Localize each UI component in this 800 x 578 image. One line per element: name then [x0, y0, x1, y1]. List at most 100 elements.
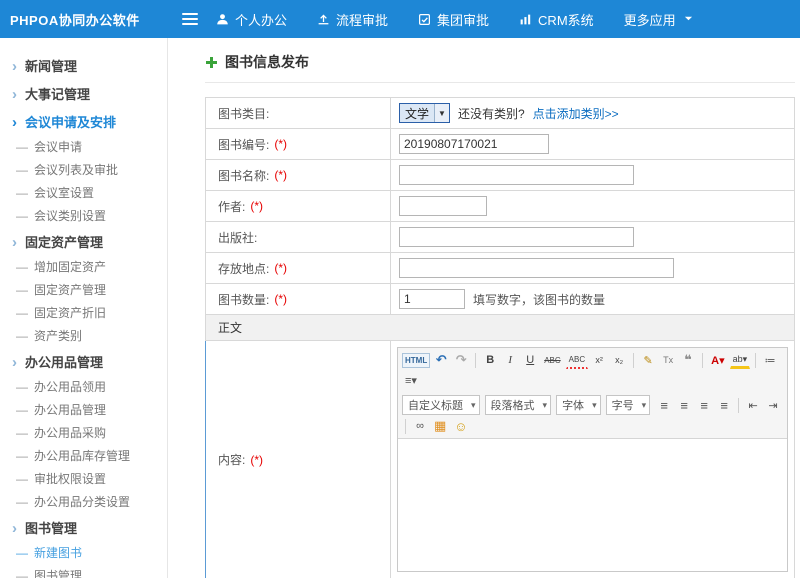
- sidebar-item[interactable]: —办公用品领用: [0, 376, 167, 399]
- book-number-input[interactable]: [399, 134, 549, 154]
- location-input[interactable]: [399, 258, 674, 278]
- top-nav-crm-system[interactable]: CRM系统: [519, 10, 594, 29]
- sidebar-group-office-supplies[interactable]: ›办公用品管理: [0, 350, 167, 376]
- field-label-cell: 作者: (*): [206, 191, 391, 221]
- sidebar-item[interactable]: — 审批权限设置: [0, 468, 167, 491]
- top-nav-more-apps[interactable]: 更多应用: [624, 10, 693, 29]
- field-label-cell: 图书名称: (*): [206, 160, 391, 190]
- ordered-list-icon[interactable]: ≔: [761, 351, 779, 369]
- field-value-cell: [391, 191, 794, 221]
- category-select[interactable]: 文学 ▼: [399, 103, 450, 123]
- custom-heading-select[interactable]: 自定义标题▾: [402, 395, 480, 415]
- paragraph-format-select[interactable]: 段落格式▾: [485, 395, 552, 415]
- form-row-location: 存放地点: (*): [206, 253, 794, 284]
- sidebar-item[interactable]: —会议类别设置: [0, 205, 167, 228]
- app-logo: PHPOA协同办公软件: [0, 10, 168, 29]
- top-nav-label: 流程审批: [336, 10, 388, 29]
- chevron-down-icon: ▼: [434, 104, 449, 122]
- strikethrough-icon[interactable]: ABC: [541, 351, 563, 369]
- unordered-list-icon[interactable]: ≡▾: [402, 371, 420, 389]
- italic-icon[interactable]: I: [501, 351, 519, 369]
- category-select-value: 文学: [400, 105, 434, 122]
- sidebar-group-label: 大事记管理: [25, 82, 90, 108]
- sidebar-item[interactable]: —新建图书: [0, 542, 167, 565]
- image-icon[interactable]: ▦: [431, 417, 449, 435]
- sidebar-item[interactable]: —办公用品分类设置: [0, 491, 167, 514]
- subscript-icon[interactable]: x₂: [610, 351, 628, 369]
- superscript-icon[interactable]: x²: [590, 351, 608, 369]
- top-nav-workflow-approval[interactable]: 流程审批: [317, 10, 388, 29]
- spellcheck-icon[interactable]: ABC: [566, 351, 588, 369]
- sidebar-group-label: 固定资产管理: [25, 230, 103, 256]
- chevron-right-icon: ›: [12, 110, 17, 136]
- field-value-cell: 填写数字，该图书的数量: [391, 284, 794, 314]
- indent-icon[interactable]: ⇥: [764, 396, 782, 414]
- sidebar-item[interactable]: —办公用品采购: [0, 422, 167, 445]
- sidebar-item[interactable]: —固定资产折旧: [0, 302, 167, 325]
- top-nav-group-approval[interactable]: 集团审批: [418, 10, 489, 29]
- sidebar-group-meeting-management[interactable]: › 会议申请及安排: [0, 110, 167, 136]
- align-right-icon[interactable]: ≡: [695, 396, 713, 414]
- sidebar-group-label: 会议申请及安排: [25, 110, 116, 136]
- dash-prefix: —: [16, 159, 28, 182]
- font-color-icon[interactable]: A▾: [708, 351, 727, 369]
- field-label: 图书数量:: [218, 291, 269, 308]
- sidebar-item[interactable]: —图书管理: [0, 565, 167, 578]
- book-name-input[interactable]: [399, 165, 634, 185]
- sidebar-item[interactable]: —会议列表及审批: [0, 159, 167, 182]
- align-justify-icon[interactable]: ≡: [715, 396, 733, 414]
- highlight-color-icon[interactable]: ab▾: [730, 351, 751, 369]
- top-nav-label: 个人办公: [235, 10, 287, 29]
- sidebar-item-label: 审批权限设置: [34, 468, 106, 491]
- link-icon[interactable]: ∞: [411, 417, 429, 435]
- dash-prefix: —: [16, 445, 28, 468]
- sidebar-group-fixed-assets[interactable]: ›固定资产管理: [0, 230, 167, 256]
- add-category-link[interactable]: 点击添加类别>>: [533, 105, 619, 122]
- sidebar-item[interactable]: —会议室设置: [0, 182, 167, 205]
- font-size-select[interactable]: 字号▾: [606, 395, 651, 415]
- sidebar-item-label: 固定资产管理: [34, 279, 106, 302]
- toolbar-separator: [738, 398, 739, 413]
- author-input[interactable]: [399, 196, 487, 216]
- toolbar-separator: [475, 353, 476, 368]
- sidebar-item[interactable]: —增加固定资产: [0, 256, 167, 279]
- align-center-icon[interactable]: ≡: [675, 396, 693, 414]
- dash-prefix: —: [16, 468, 28, 491]
- sidebar-item[interactable]: —会议申请: [0, 136, 167, 159]
- publisher-input[interactable]: [399, 227, 634, 247]
- toolbar-separator: [755, 353, 756, 368]
- outdent-icon[interactable]: ⇤: [744, 396, 762, 414]
- sidebar-item[interactable]: — 办公用品库存管理: [0, 445, 167, 468]
- sidebar-item[interactable]: —资产类别: [0, 325, 167, 348]
- form-row-quantity: 图书数量: (*) 填写数字，该图书的数量: [206, 284, 794, 315]
- sidebar-item[interactable]: —固定资产管理: [0, 279, 167, 302]
- field-label: 出版社:: [218, 229, 257, 246]
- chevron-right-icon: ›: [12, 54, 17, 80]
- top-nav-personal-office[interactable]: 个人办公: [216, 10, 287, 29]
- field-value-cell: [391, 253, 794, 283]
- editor-content-area[interactable]: [398, 439, 787, 571]
- hamburger-menu-icon[interactable]: [182, 10, 198, 28]
- sidebar-group-book-management[interactable]: ›图书管理: [0, 516, 167, 542]
- font-family-select[interactable]: 字体▾: [556, 395, 601, 415]
- dash-prefix: —: [16, 136, 28, 159]
- top-nav-label: 集团审批: [437, 10, 489, 29]
- align-left-icon[interactable]: ≡: [655, 396, 673, 414]
- sidebar-item-label: 办公用品库存管理: [34, 445, 130, 468]
- bold-icon[interactable]: B: [481, 351, 499, 369]
- underline-icon[interactable]: U: [521, 351, 539, 369]
- format-painter-icon[interactable]: ✎: [639, 351, 657, 369]
- required-marker: (*): [274, 137, 287, 151]
- sidebar-item[interactable]: —办公用品管理: [0, 399, 167, 422]
- undo-icon[interactable]: ↶: [432, 351, 450, 369]
- emoticon-icon[interactable]: ☺: [451, 417, 470, 435]
- sidebar-group-news-management[interactable]: ›新闻管理: [0, 54, 167, 80]
- remove-format-icon[interactable]: Tx: [659, 351, 677, 369]
- sidebar-group-events-management[interactable]: ›大事记管理: [0, 82, 167, 108]
- html-source-button[interactable]: HTML: [402, 353, 430, 368]
- select-label: 字体: [562, 397, 584, 413]
- blockquote-icon[interactable]: ❝: [679, 351, 697, 369]
- redo-icon[interactable]: ↷: [452, 351, 470, 369]
- sidebar-item-label: 增加固定资产: [34, 256, 106, 279]
- quantity-input[interactable]: [399, 289, 465, 309]
